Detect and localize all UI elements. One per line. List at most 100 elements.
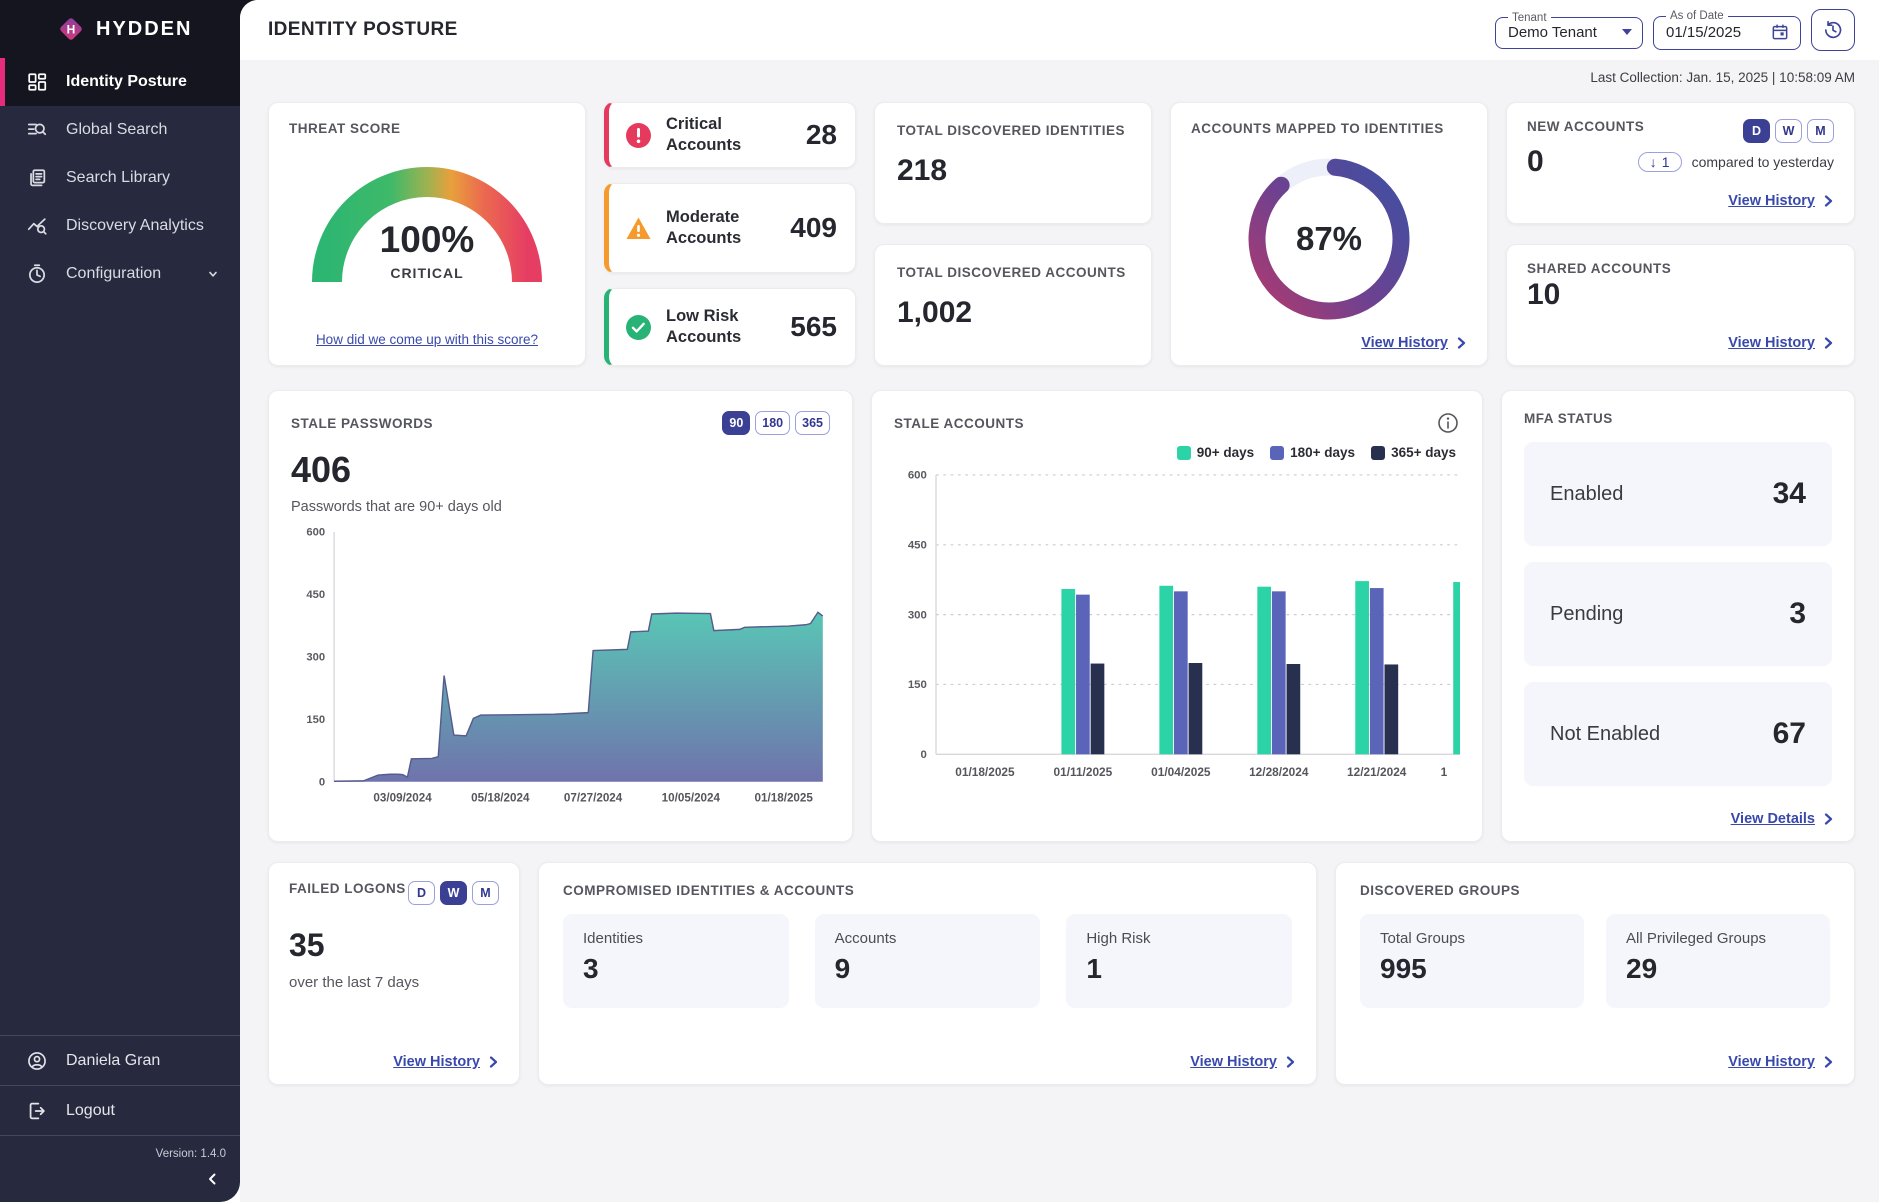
total-identities-card: TOTAL DISCOVERED IDENTITIES 218 <box>874 102 1152 224</box>
sidebar-item-configuration[interactable]: Configuration <box>0 250 240 298</box>
view-history-link[interactable]: View History <box>1728 1054 1815 1070</box>
sidebar-collapse-button[interactable] <box>0 1164 240 1202</box>
svg-text:450: 450 <box>306 589 325 601</box>
failed-logons-card: FAILED LOGONS D W M 35 over the last 7 d… <box>268 862 520 1085</box>
card-title: TOTAL DISCOVERED ACCOUNTS <box>897 265 1129 280</box>
sidebar-item-label: Identity Posture <box>66 73 187 91</box>
chevron-right-icon <box>488 1056 499 1068</box>
svg-text:600: 600 <box>908 470 927 482</box>
svg-text:1: 1 <box>1441 765 1448 779</box>
svg-text:300: 300 <box>306 651 325 663</box>
tenant-value: Demo Tenant <box>1508 24 1597 41</box>
total-accounts-card: TOTAL DISCOVERED ACCOUNTS 1,002 <box>874 244 1152 366</box>
score-explainer-link[interactable]: How did we come up with this score? <box>316 332 538 347</box>
accounts-tile: Accounts 9 <box>815 914 1041 1008</box>
low-risk-accounts-card: Low Risk Accounts 565 <box>604 288 856 366</box>
toggle-w-button[interactable]: W <box>1775 119 1802 143</box>
tenant-select[interactable]: Tenant Demo Tenant <box>1495 12 1643 49</box>
shared-accounts-value: 10 <box>1527 278 1834 312</box>
configuration-icon <box>26 263 48 285</box>
alert-triangle-icon <box>625 215 652 242</box>
card-title: SHARED ACCOUNTS <box>1527 261 1834 276</box>
svg-text:07/27/2024: 07/27/2024 <box>564 791 623 804</box>
header: IDENTITY POSTURE Tenant Demo Tenant As o… <box>240 0 1879 60</box>
mfa-enabled-row: Enabled 34 <box>1524 442 1832 546</box>
svg-text:03/09/2024: 03/09/2024 <box>373 791 432 804</box>
view-history-link[interactable]: View History <box>1728 335 1815 351</box>
svg-text:300: 300 <box>908 609 927 621</box>
sidebar-item-identity-posture[interactable]: Identity Posture <box>0 58 240 106</box>
total-groups-tile: Total Groups 995 <box>1360 914 1584 1008</box>
accounts-mapped-card: ACCOUNTS MAPPED TO IDENTITIES 87% View H <box>1170 102 1488 366</box>
sidebar-item-search-library[interactable]: Search Library <box>0 154 240 202</box>
high-risk-tile: High Risk 1 <box>1066 914 1292 1008</box>
logout-label: Logout <box>66 1102 115 1120</box>
sidebar-item-global-search[interactable]: Global Search <box>0 106 240 154</box>
tile-label: Total Groups <box>1380 930 1564 947</box>
view-history-link[interactable]: View History <box>1361 335 1448 351</box>
card-title: MFA STATUS <box>1524 411 1832 426</box>
view-history-link[interactable]: View History <box>1190 1054 1277 1070</box>
mapped-donut-chart: 87% <box>1239 149 1419 329</box>
toggle-w-button[interactable]: W <box>440 881 467 905</box>
sidebar-item-label: Search Library <box>66 169 170 187</box>
asof-date-field[interactable]: As of Date 01/15/2025 <box>1653 10 1801 50</box>
identities-tile: Identities 3 <box>563 914 789 1008</box>
info-icon[interactable] <box>1436 411 1460 435</box>
logout-button[interactable]: Logout <box>0 1085 240 1135</box>
threat-score-value: 100% <box>269 219 585 261</box>
failed-logons-subtitle: over the last 7 days <box>289 974 499 991</box>
stale-passwords-card: STALE PASSWORDS 90 180 365 406 Passwords… <box>268 390 853 842</box>
main-panel: IDENTITY POSTURE Tenant Demo Tenant As o… <box>240 0 1879 1202</box>
card-title: ACCOUNTS MAPPED TO IDENTITIES <box>1191 121 1467 136</box>
new-accounts-card: NEW ACCOUNTS D W M 0 ↓1 compared to <box>1506 102 1855 224</box>
delta-badge: ↓1 <box>1638 152 1682 172</box>
toggle-m-button[interactable]: M <box>472 881 499 905</box>
mfa-value: 34 <box>1773 477 1806 511</box>
discovered-groups-card: DISCOVERED GROUPS Total Groups 995 All P… <box>1335 862 1855 1085</box>
svg-text:01/11/2025: 01/11/2025 <box>1054 765 1113 779</box>
logout-icon <box>26 1100 48 1122</box>
svg-text:01/18/2025: 01/18/2025 <box>755 791 814 804</box>
sidebar-item-discovery-analytics[interactable]: Discovery Analytics <box>0 202 240 250</box>
dashboard-icon <box>26 71 48 93</box>
days-toggle: 90 180 365 <box>722 411 830 435</box>
card-title: NEW ACCOUNTS <box>1527 119 1644 134</box>
tile-value: 3 <box>583 953 769 985</box>
toggle-365-button[interactable]: 365 <box>795 411 830 435</box>
toggle-d-button[interactable]: D <box>1743 119 1770 143</box>
version-label: Version: 1.4.0 <box>0 1135 240 1164</box>
toggle-d-button[interactable]: D <box>408 881 435 905</box>
view-details-link[interactable]: View Details <box>1731 811 1815 827</box>
chevron-right-icon <box>1823 195 1834 207</box>
view-history-link[interactable]: View History <box>1728 193 1815 209</box>
calendar-icon[interactable] <box>1770 22 1790 42</box>
svg-text:05/18/2024: 05/18/2024 <box>471 791 530 804</box>
mfa-label: Not Enabled <box>1550 723 1660 746</box>
chevron-right-icon <box>1285 1056 1296 1068</box>
sidebar-item-label: Global Search <box>66 121 167 139</box>
history-button[interactable] <box>1811 9 1855 51</box>
tile-value: 9 <box>835 953 1021 985</box>
right-column-row1: NEW ACCOUNTS D W M 0 ↓1 compared to <box>1506 102 1855 366</box>
tile-label: High Risk <box>1086 930 1272 947</box>
card-title: COMPROMISED IDENTITIES & ACCOUNTS <box>563 883 1292 898</box>
critical-accounts-card: Critical Accounts 28 <box>604 102 856 168</box>
toggle-180-button[interactable]: 180 <box>755 411 790 435</box>
svg-text:H: H <box>67 23 76 37</box>
chevron-down-icon <box>204 265 222 283</box>
toggle-m-button[interactable]: M <box>1807 119 1834 143</box>
legend-item: 180+ days <box>1270 445 1355 460</box>
totals-column: TOTAL DISCOVERED IDENTITIES 218 TOTAL DI… <box>874 102 1152 366</box>
analytics-icon <box>26 215 48 237</box>
view-history-link[interactable]: View History <box>393 1054 480 1070</box>
user-name: Daniela Gran <box>66 1052 160 1070</box>
tenant-label: Tenant <box>1508 12 1551 24</box>
mfa-value: 3 <box>1789 597 1806 631</box>
user-profile[interactable]: Daniela Gran <box>0 1035 240 1085</box>
tile-value: 1 <box>1086 953 1272 985</box>
history-clock-icon <box>1822 19 1844 41</box>
toggle-90-button[interactable]: 90 <box>722 411 750 435</box>
app-window: H HYDDEN Identity Posture <box>0 0 1879 1202</box>
card-title: THREAT SCORE <box>289 121 565 136</box>
